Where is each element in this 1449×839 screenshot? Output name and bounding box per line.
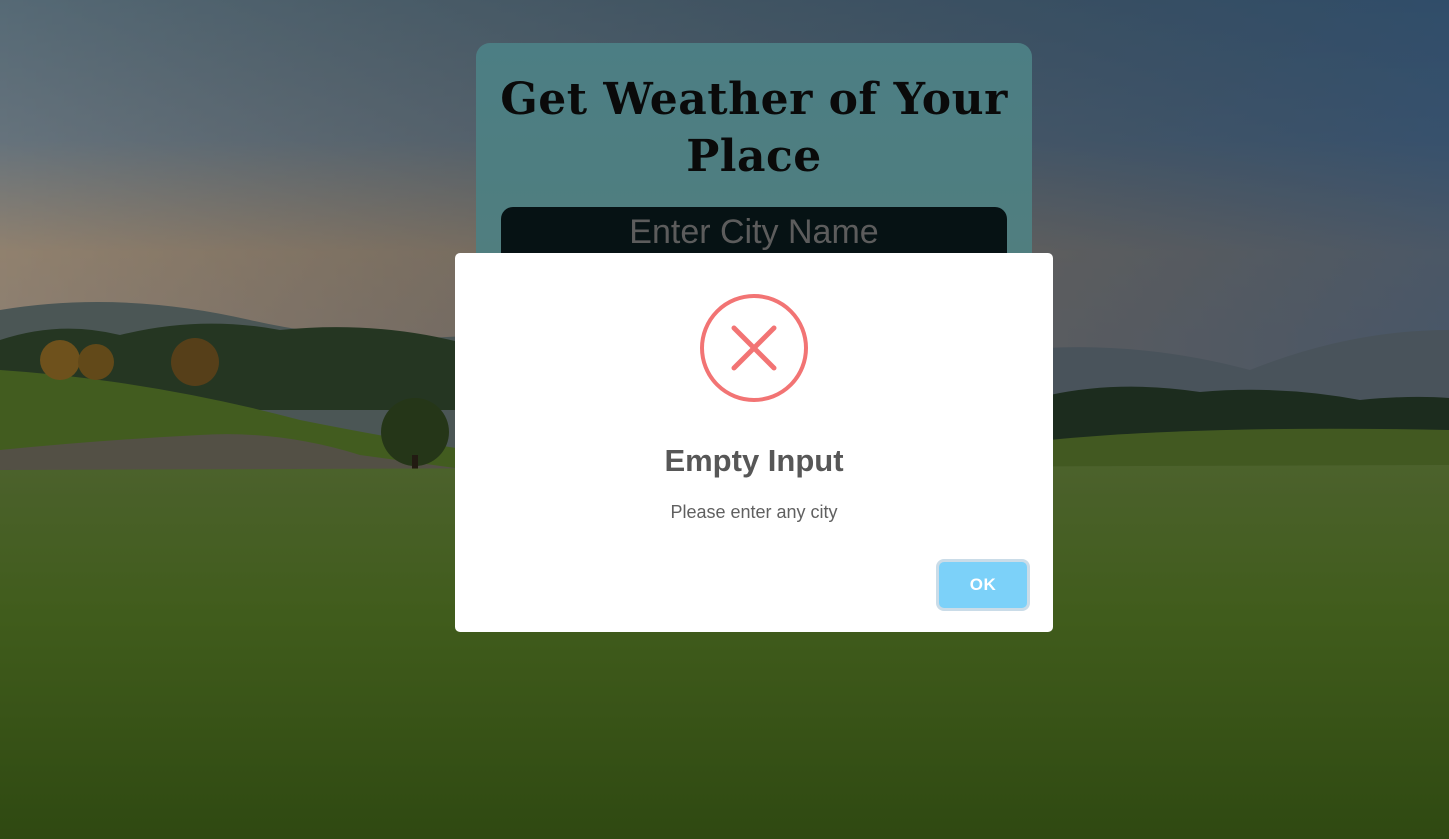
alert-title: Empty Input [664,443,844,478]
ok-button[interactable]: OK [939,562,1027,608]
error-x-icon [699,293,809,403]
alert-dialog: Empty Input Please enter any city OK [455,253,1053,632]
alert-message: Please enter any city [670,502,838,522]
